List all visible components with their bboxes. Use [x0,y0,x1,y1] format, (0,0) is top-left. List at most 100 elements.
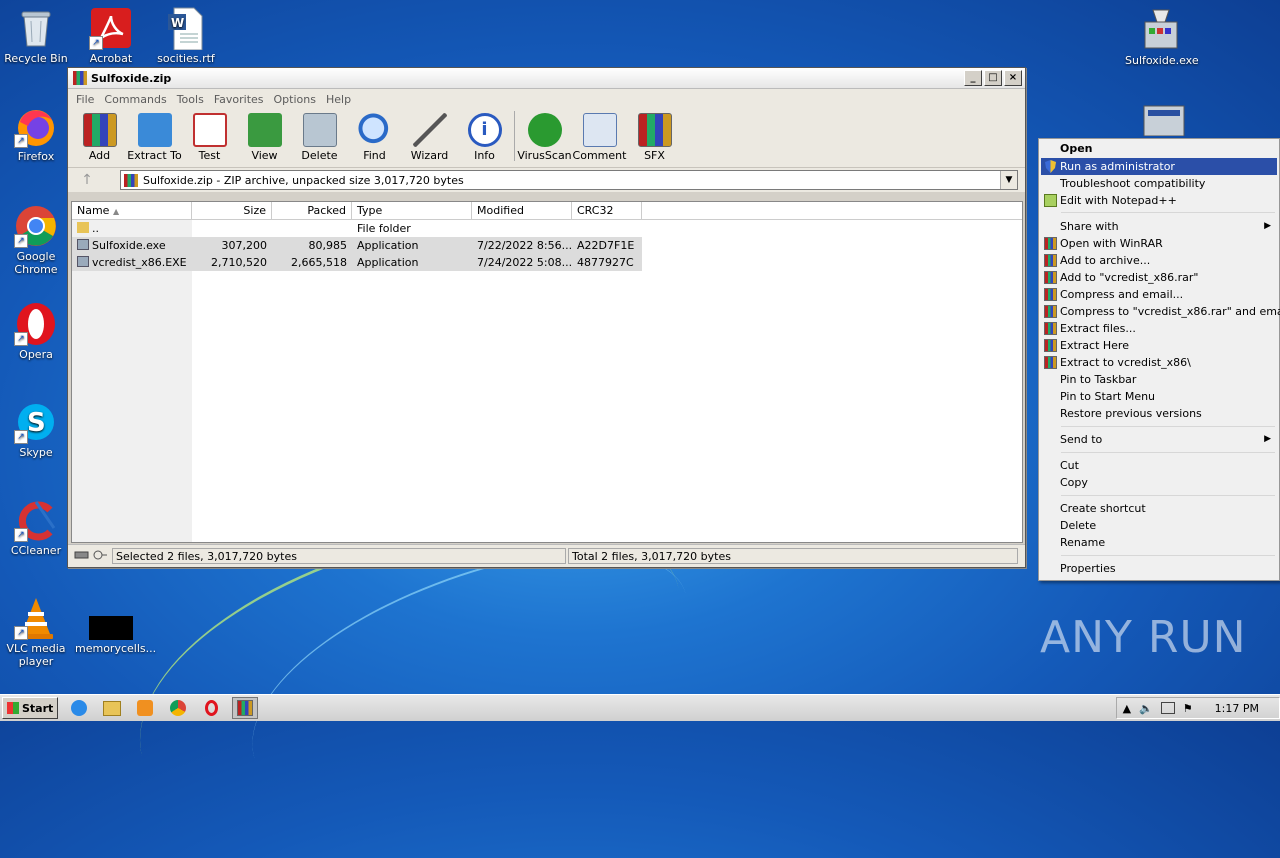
comment-button[interactable]: Comment [572,111,627,162]
winrar-icon [1044,288,1057,301]
media-player-icon [137,700,154,716]
menu-item-extract-files[interactable]: Extract files... [1041,320,1277,337]
shortcut-arrow-icon: ↗ [14,234,28,248]
desktop-icon-acrobat[interactable]: ↗ Acrobat [75,6,147,65]
extract-to-button[interactable]: Extract To [127,111,182,162]
delete-button[interactable]: Delete [292,111,347,162]
minimize-button[interactable]: _ [964,70,982,86]
column-header-size[interactable]: Size [192,202,272,219]
menu-item-pin-taskbar[interactable]: Pin to Taskbar [1041,371,1277,388]
desktop-icon-opera[interactable]: ↗ Opera [0,302,72,361]
menu-bar: File Commands Tools Favorites Options He… [68,89,1025,109]
desktop-icon-memorycells[interactable]: memorycells... [75,596,156,655]
chrome-icon: ↗ [14,204,58,248]
acrobat-icon: ↗ [89,6,133,50]
desktop-icon-sulfoxide-exe[interactable]: Sulfoxide.exe [1125,8,1199,67]
column-header-packed[interactable]: Packed [272,202,352,219]
menu-item-cut[interactable]: Cut [1041,457,1277,474]
maximize-button[interactable]: □ [984,70,1002,86]
menu-options[interactable]: Options [269,93,321,106]
table-row[interactable]: Sulfoxide.exe 307,200 80,985 Application… [72,237,1022,254]
taskbar-explorer[interactable] [100,698,124,718]
view-button[interactable]: View [237,111,292,162]
shield-icon [1044,160,1057,173]
menu-item-add-to-archive[interactable]: Add to archive... [1041,252,1277,269]
chevron-up-icon[interactable]: ▲ [1123,702,1131,715]
title-bar[interactable]: Sulfoxide.zip _ □ × [68,68,1025,89]
test-clipboard-icon [192,113,227,147]
table-row[interactable]: .. File folder [72,220,1022,237]
menu-favorites[interactable]: Favorites [209,93,269,106]
menu-item-share-with[interactable]: Share with ▶ [1041,218,1277,235]
table-row[interactable]: vcredist_x86.EXE 2,710,520 2,665,518 App… [72,254,1022,271]
menu-item-open[interactable]: Open [1041,140,1277,157]
start-button[interactable]: Start [2,697,59,719]
menu-item-compress-email[interactable]: Compress and email... [1041,286,1277,303]
info-button[interactable]: i Info [457,111,512,162]
exe-icon [77,239,89,250]
desktop-icon-socities-rtf[interactable]: W socities.rtf [150,6,222,65]
desktop-icon-chrome[interactable]: ↗ Google Chrome [0,204,72,276]
desktop-icon-recycle-bin[interactable]: Recycle Bin [0,6,72,65]
desktop-icon-firefox[interactable]: ↗ Firefox [0,104,72,163]
menu-item-edit-notepadpp[interactable]: Edit with Notepad++ [1041,192,1277,209]
menu-help[interactable]: Help [321,93,356,106]
desktop-icon-ccleaner[interactable]: ↗ CCleaner [0,498,72,557]
menu-commands[interactable]: Commands [99,93,171,106]
column-header-crc32[interactable]: CRC32 [572,202,642,219]
menu-item-rename[interactable]: Rename [1041,534,1277,551]
taskbar-chrome[interactable] [166,698,190,718]
find-button[interactable]: Find [347,111,402,162]
add-archive-icon [82,113,117,147]
chevron-down-icon[interactable]: ▼ [1000,171,1017,189]
menu-item-pin-start-menu[interactable]: Pin to Start Menu [1041,388,1277,405]
taskbar-ie[interactable] [67,698,91,718]
sfx-button[interactable]: SFX [627,111,682,162]
window-title: Sulfoxide.zip [91,71,172,85]
speaker-icon[interactable]: 🔈 [1139,702,1153,715]
menu-item-open-with-winrar[interactable]: Open with WinRAR [1041,235,1277,252]
menu-item-properties[interactable]: Properties [1041,560,1277,577]
add-button[interactable]: Add [72,111,127,162]
menu-item-send-to[interactable]: Send to ▶ [1041,431,1277,448]
test-button[interactable]: Test [182,111,237,162]
taskbar-media-player[interactable] [133,698,157,718]
clock[interactable]: 1:17 PM [1215,702,1259,715]
file-list[interactable]: Name ▲ Size Packed Type Modified CRC32 .… [71,201,1023,543]
menu-item-delete[interactable]: Delete [1041,517,1277,534]
wizard-button[interactable]: Wizard [402,111,457,162]
close-button[interactable]: × [1004,70,1022,86]
menu-item-troubleshoot[interactable]: Troubleshoot compatibility [1041,175,1277,192]
menu-item-extract-here[interactable]: Extract Here [1041,337,1277,354]
menu-item-copy[interactable]: Copy [1041,474,1277,491]
chrome-icon [170,700,187,716]
network-icon[interactable] [1160,702,1175,714]
up-arrow-icon[interactable]: ↑ [76,170,98,190]
desktop: { "desktop": { "icons": [ {"label": "Rec… [0,0,1280,858]
toolbar-separator [514,111,515,161]
desktop-icon-skype[interactable]: S ↗ Skype [0,400,72,459]
menu-item-compress-rar-email[interactable]: Compress to "vcredist_x86.rar" and email [1041,303,1280,320]
menu-tools[interactable]: Tools [172,93,209,106]
magnifier-icon [357,113,392,147]
column-header-type[interactable]: Type [352,202,472,219]
menu-item-add-to-rar[interactable]: Add to "vcredist_x86.rar" [1041,269,1277,286]
view-book-icon [247,113,282,147]
column-header-name[interactable]: Name ▲ [72,202,192,219]
taskbar-winrar[interactable] [232,697,259,719]
ie-icon [71,700,88,716]
winrar-icon [1044,356,1057,369]
column-header-modified[interactable]: Modified [472,202,572,219]
address-field[interactable]: Sulfoxide.zip - ZIP archive, unpacked si… [120,170,1018,190]
menu-file[interactable]: File [71,93,99,106]
taskbar-opera[interactable] [199,698,223,718]
menu-item-restore-versions[interactable]: Restore previous versions [1041,405,1277,422]
menu-item-extract-to-folder[interactable]: Extract to vcredist_x86\ [1041,354,1277,371]
desktop-icon-vlc[interactable]: ↗ VLC media player [0,596,72,668]
flag-icon[interactable]: ⚑ [1183,702,1193,715]
menu-item-run-as-administrator[interactable]: Run as administrator [1041,158,1277,175]
menu-item-create-shortcut[interactable]: Create shortcut [1041,500,1277,517]
menu-separator [1061,555,1275,556]
svg-text:S: S [27,408,46,438]
virusscan-button[interactable]: VirusScan [517,111,572,162]
